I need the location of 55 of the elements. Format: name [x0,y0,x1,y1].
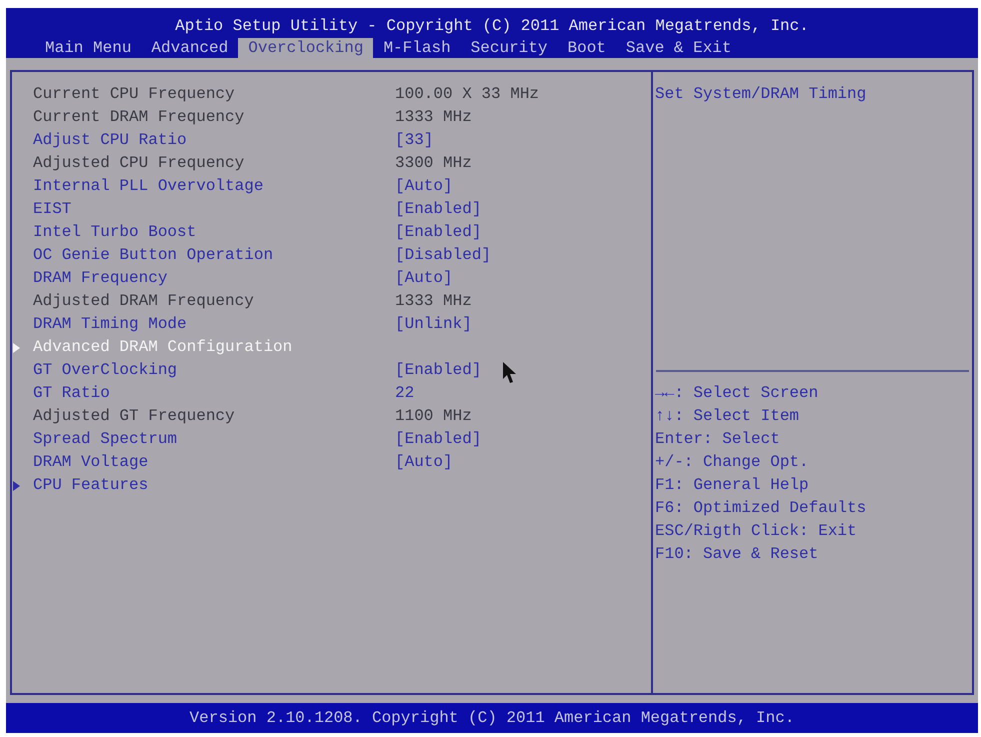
setting-value: 1333 MHz [395,291,472,312]
setting-value: 100.00 X 33 MHz [395,84,540,105]
setting-label[interactable]: EIST [33,200,72,218]
menu-tab[interactable]: Overclocking [238,38,374,58]
setting-value[interactable]: [Disabled] [395,244,492,267]
setting-label[interactable]: DRAM Frequency [33,269,168,287]
key-hint: Enter: Select [655,429,781,450]
setting-label: Adjusted DRAM Frequency [33,292,254,310]
key-hint: ESC/Rigth Click: Exit [655,521,858,542]
setting-label: Adjusted GT Frequency [33,407,235,425]
key-hint: ↑↓: Select Item [655,406,800,427]
setting-label[interactable]: GT OverClocking [33,361,178,379]
setting-label[interactable]: OC Genie Button Operation [33,246,274,264]
setting-label[interactable]: Adjust CPU Ratio [33,131,187,149]
mouse-pointer-icon [503,362,517,384]
help-text: Set System/DRAM Timing [655,84,868,105]
menu-tab[interactable]: M-Flash [373,38,461,58]
setting-value[interactable]: 22 [395,382,414,405]
triangle-icon [13,480,20,490]
setting-label[interactable]: GT Ratio [33,384,110,402]
setting-value[interactable]: [33] [395,129,434,152]
setting-label[interactable]: Advanced DRAM Configuration [33,338,292,356]
triangle-icon [13,342,20,352]
setting-label[interactable]: Internal PLL Overvoltage [33,177,264,195]
window-title: Aptio Setup Utility - Copyright (C) 2011 American Megatrends, Inc. [175,16,809,36]
setting-value[interactable]: [Enabled] [395,198,482,221]
key-hint: F6: Optimized Defaults [655,498,868,519]
menu-tab[interactable]: Main Menu [35,38,142,58]
setting-value[interactable]: [Auto] [395,267,453,290]
setting-value[interactable]: [Unlink] [395,313,472,336]
setting-value: 1100 MHz [395,406,472,427]
menu-tab[interactable]: Advanced [141,38,238,58]
key-hint: →←: Select Screen [655,383,820,404]
key-hint: +/-: Change Opt. [655,452,810,473]
setting-label[interactable]: Spread Spectrum [33,430,178,448]
setting-value: 3300 MHz [395,153,472,174]
setting-value[interactable]: [Enabled] [395,221,482,244]
version-text: Version 2.10.1208. Copyright (C) 2011 American Megatrends, Inc. [190,708,794,728]
setting-value[interactable]: [Auto] [395,175,453,198]
setting-label[interactable]: DRAM Timing Mode [33,315,187,333]
setting-value[interactable]: [Enabled] [395,428,482,451]
setting-value: 1333 MHz [395,107,472,128]
key-hint: F10: Save & Reset [655,544,820,565]
setting-label[interactable]: DRAM Voltage [33,453,148,471]
setting-label[interactable]: CPU Features [33,476,148,494]
setting-label: Current DRAM Frequency [33,108,244,126]
key-hint: F1: General Help [655,475,810,496]
setting-label: Current CPU Frequency [33,85,235,103]
menu-tab[interactable]: Save & Exit [616,38,742,58]
setting-label: Adjusted CPU Frequency [33,154,244,172]
menu-tab[interactable]: Security [460,38,558,58]
setting-label[interactable]: Intel Turbo Boost [33,223,196,241]
menu-tab[interactable]: Boot [557,38,616,58]
setting-value[interactable]: [Auto] [395,451,453,474]
setting-value[interactable]: [Enabled] [395,359,482,382]
